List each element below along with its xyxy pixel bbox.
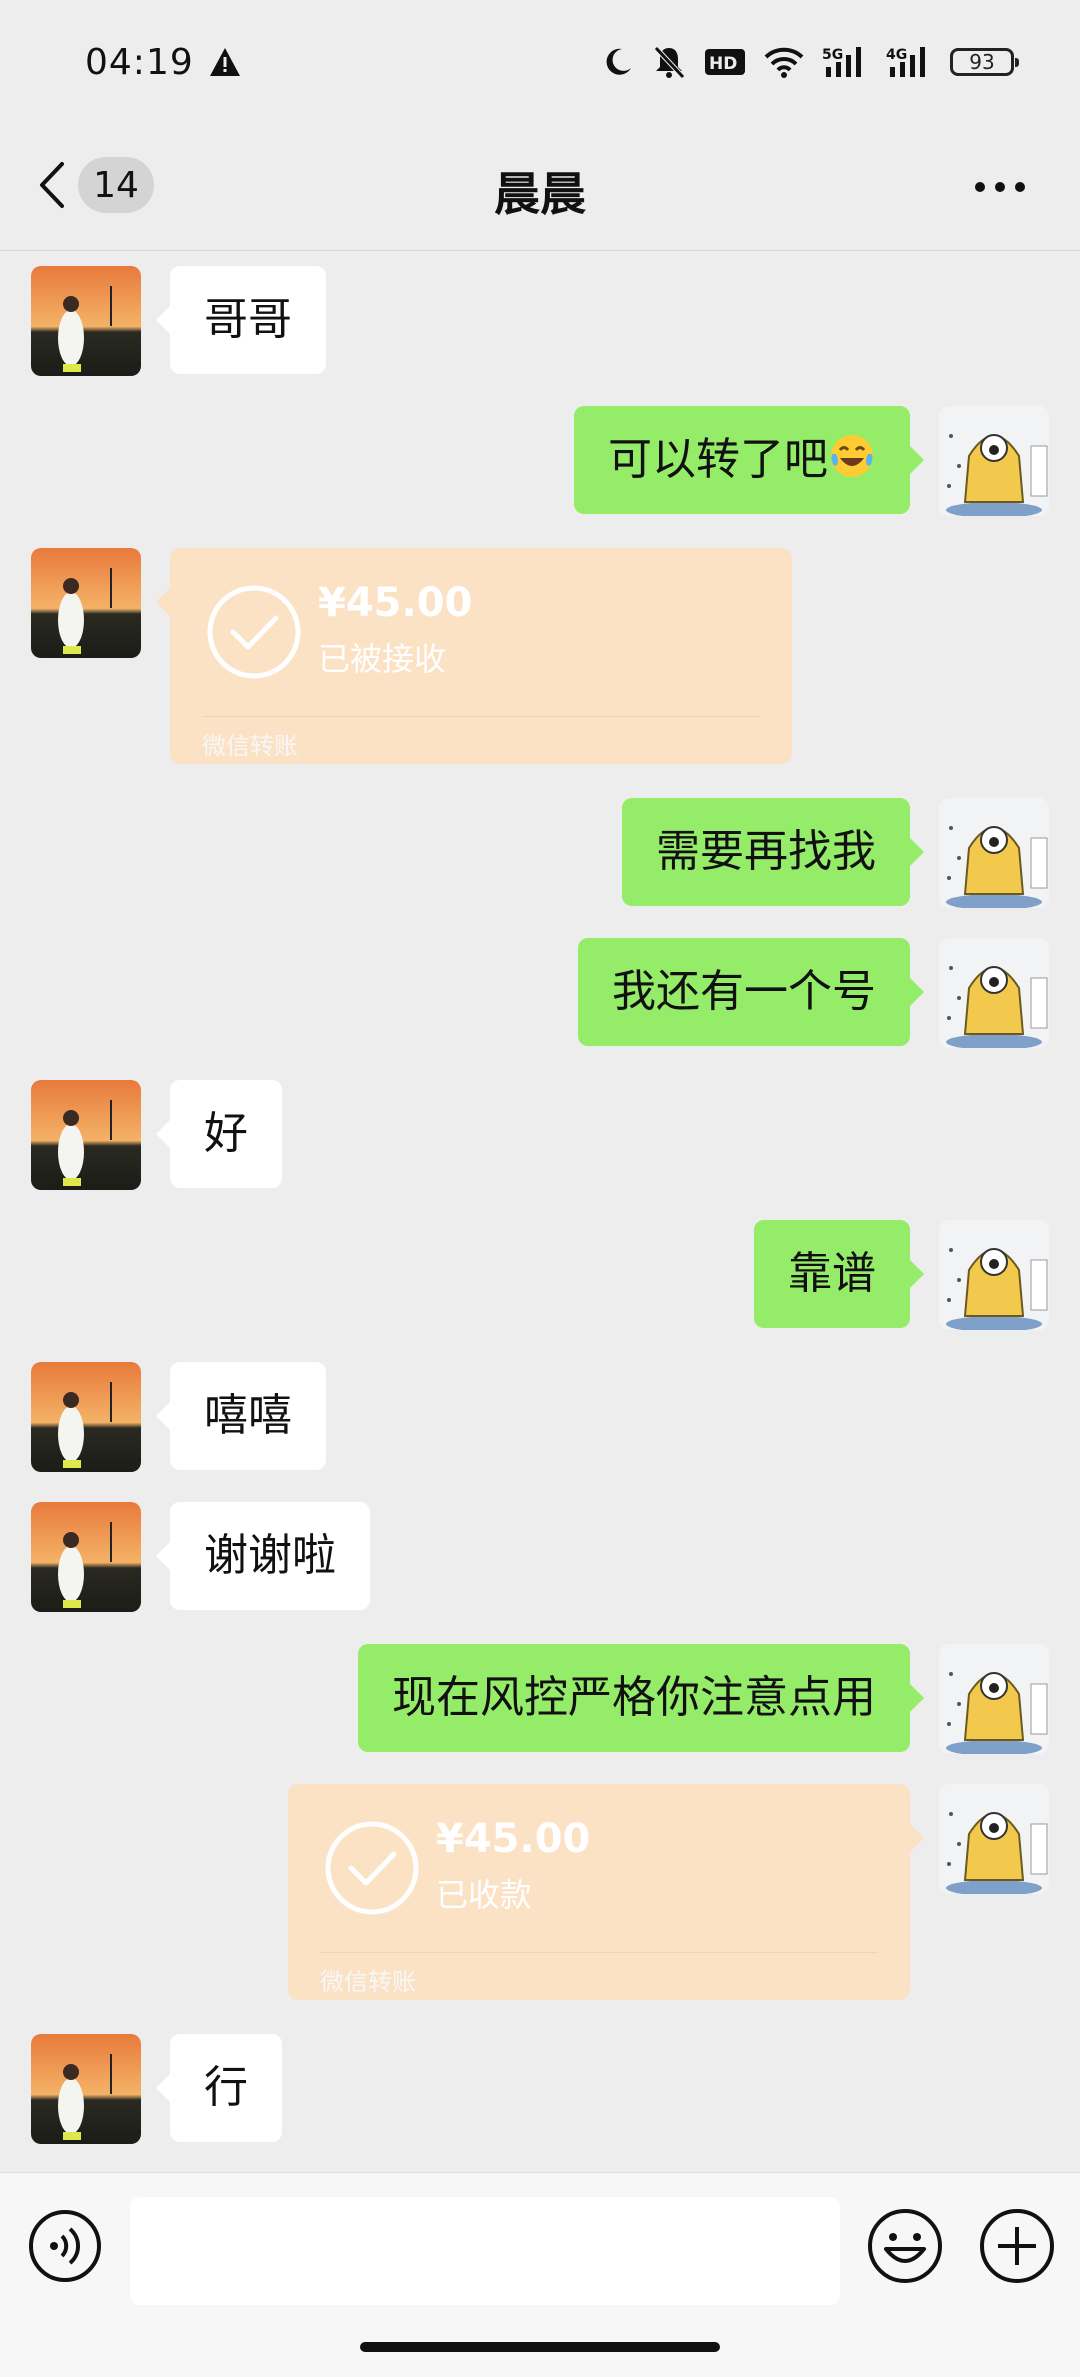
message-text: 靠谱 — [788, 1248, 876, 1299]
status-icons: HD 5G 4G 93 — [602, 44, 1019, 80]
my-avatar[interactable] — [939, 1784, 1049, 1894]
hd-icon: HD — [705, 49, 745, 75]
status-time: 04:19 — [85, 42, 194, 83]
message-text: 嘻嘻 — [204, 1390, 292, 1441]
mute-bell-icon — [654, 46, 685, 79]
home-indicator[interactable] — [360, 2342, 720, 2352]
transfer-status: 已收款 — [436, 1876, 533, 1914]
transfer-divider — [320, 1952, 878, 1953]
message-text: 哥哥 — [204, 294, 292, 345]
contact-avatar[interactable] — [31, 1080, 141, 1190]
message-bubble-incoming[interactable]: 谢谢啦 — [156, 1502, 370, 1610]
emoji-icon[interactable] — [866, 2207, 944, 2285]
my-avatar[interactable] — [939, 1644, 1049, 1754]
message-bubble-incoming[interactable]: 哥哥 — [156, 266, 326, 374]
more-dots-icon[interactable] — [970, 172, 1030, 202]
transfer-card-incoming[interactable]: ¥45.00 已被接收 微信转账 — [156, 548, 792, 764]
message-text: 我还有一个号 — [612, 966, 876, 1017]
transfer-amount: ¥45.00 — [436, 1816, 591, 1862]
my-avatar[interactable] — [939, 1220, 1049, 1330]
contact-avatar[interactable] — [31, 266, 141, 376]
transfer-footer-label: 微信转账 — [320, 1968, 416, 1996]
moon-icon — [606, 48, 631, 75]
voice-icon[interactable] — [28, 2209, 102, 2283]
chat-header: 14 晨晨 — [0, 120, 1080, 251]
message-text: 现在风控严格你注意点用 — [392, 1672, 876, 1723]
message-bubble-outgoing[interactable]: 可以转了吧 — [574, 406, 924, 514]
contact-avatar[interactable] — [31, 2034, 141, 2144]
tears-of-joy-emoji-icon — [831, 435, 873, 477]
transfer-amount: ¥45.00 — [318, 580, 473, 626]
message-text: 好 — [204, 1108, 248, 1159]
message-bubble-incoming[interactable]: 好 — [156, 1080, 282, 1188]
message-bubble-outgoing[interactable]: 现在风控严格你注意点用 — [358, 1644, 924, 1752]
check-circle-icon — [325, 1821, 419, 1915]
transfer-divider — [202, 716, 760, 717]
transfer-card-outgoing[interactable]: ¥45.00 已收款 微信转账 — [288, 1784, 924, 2000]
transfer-status: 已被接收 — [318, 640, 447, 678]
message-text: 可以转了吧 — [608, 434, 828, 485]
plus-icon[interactable] — [978, 2207, 1056, 2285]
battery-icon: 93 — [950, 48, 1019, 76]
message-input[interactable] — [130, 2197, 840, 2305]
message-text: 谢谢啦 — [204, 1530, 336, 1581]
chat-title: 晨晨 — [494, 167, 586, 221]
warning-icon — [210, 48, 240, 76]
signal-5g-icon: 5G — [822, 47, 861, 77]
message-bubble-incoming[interactable]: 嘻嘻 — [156, 1362, 326, 1470]
my-avatar[interactable] — [939, 798, 1049, 908]
check-circle-icon — [207, 585, 301, 679]
contact-avatar[interactable] — [31, 548, 141, 658]
my-avatar[interactable] — [939, 938, 1049, 1048]
message-bubble-incoming[interactable]: 行 — [156, 2034, 282, 2142]
svg-text:4G: 4G — [886, 47, 907, 63]
svg-text:5G: 5G — [822, 47, 843, 63]
contact-avatar[interactable] — [31, 1502, 141, 1612]
my-avatar[interactable] — [939, 406, 1049, 516]
message-bubble-outgoing[interactable]: 靠谱 — [754, 1220, 924, 1328]
transfer-footer-label: 微信转账 — [202, 732, 298, 760]
status-bar: 04:19 HD 5G 4G 93 — [0, 0, 1080, 120]
message-text: 行 — [204, 2062, 248, 2113]
message-bubble-outgoing[interactable]: 需要再找我 — [622, 798, 924, 906]
svg-text:HD: HD — [709, 54, 737, 74]
contact-avatar[interactable] — [31, 1362, 141, 1472]
wifi-icon — [764, 47, 804, 78]
signal-4g-icon: 4G — [886, 47, 925, 77]
battery-level: 93 — [969, 50, 995, 74]
message-bubble-outgoing[interactable]: 我还有一个号 — [578, 938, 924, 1046]
message-text: 需要再找我 — [656, 826, 876, 877]
